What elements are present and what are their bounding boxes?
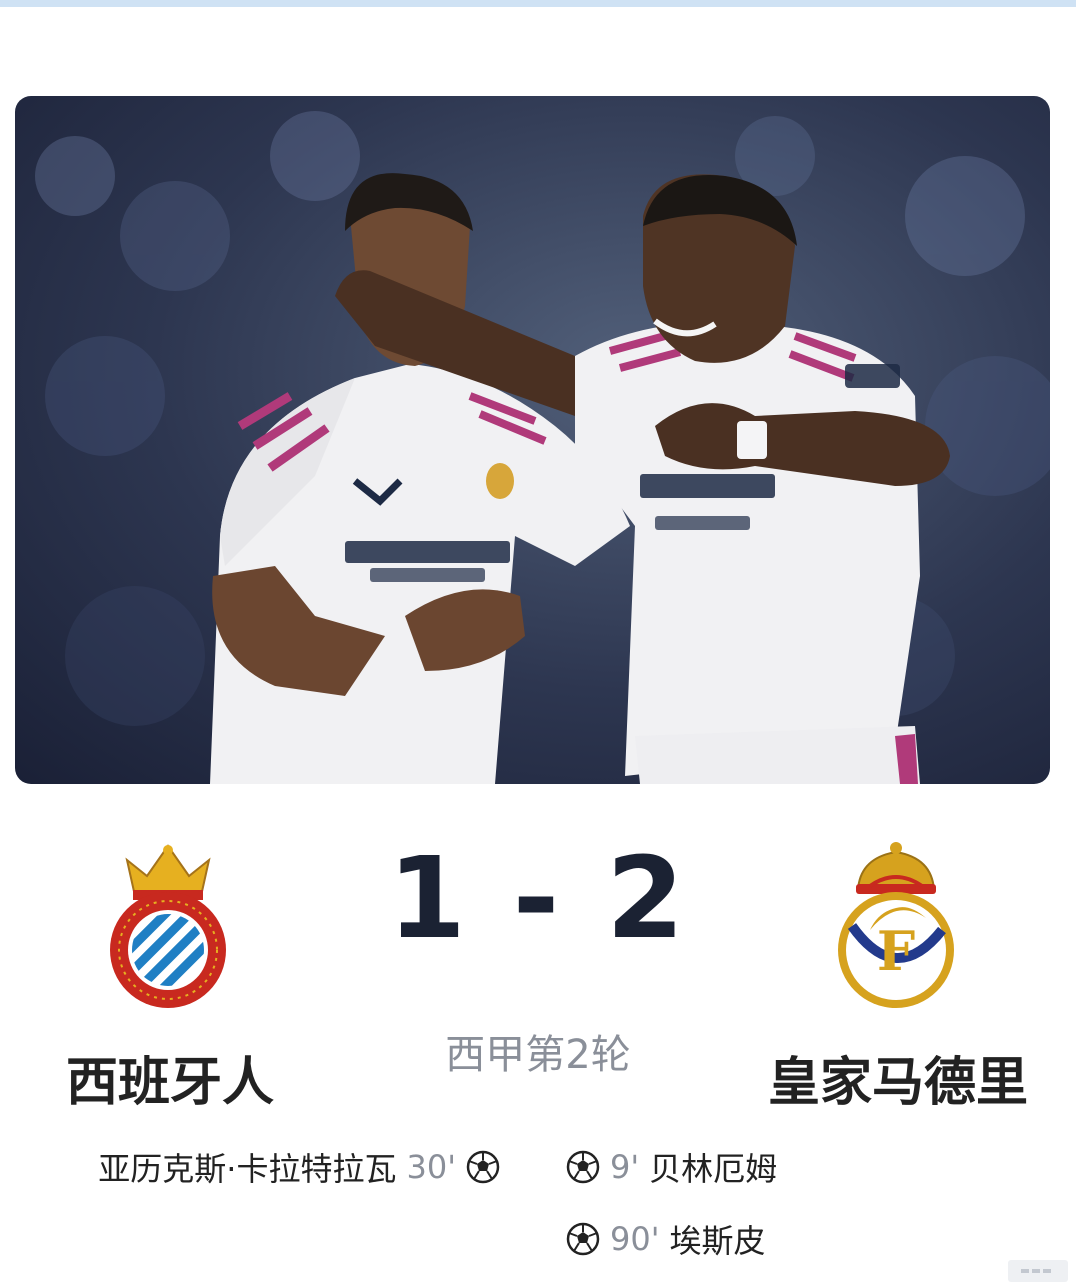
scorer-name: 亚历克斯·卡拉特拉瓦 xyxy=(98,1150,397,1188)
watermark-badge xyxy=(1008,1260,1068,1282)
top-accent-bar xyxy=(0,0,1076,7)
soccer-ball-icon xyxy=(466,1150,500,1184)
away-scorer-row: 9' 贝林厄姆 xyxy=(566,1144,777,1190)
home-scorer-row: 亚历克斯·卡拉特拉瓦 30' xyxy=(98,1144,500,1190)
player-left xyxy=(210,173,630,784)
players-celebrating-image xyxy=(35,111,1050,784)
soccer-ball-icon xyxy=(566,1150,600,1184)
home-team-name: 西班牙人 xyxy=(66,1053,275,1113)
goal-minute: 30' xyxy=(406,1148,456,1186)
goal-minute: 90' xyxy=(610,1220,660,1258)
scorer-name: 贝林厄姆 xyxy=(649,1150,778,1188)
away-scorer-row: 90' 埃斯皮 xyxy=(566,1216,766,1262)
away-team-name: 皇家马德里 xyxy=(768,1053,1029,1113)
goal-minute: 9' xyxy=(610,1148,640,1186)
match-photo xyxy=(15,96,1050,784)
scorer-name: 埃斯皮 xyxy=(669,1222,766,1260)
soccer-ball-icon xyxy=(566,1222,600,1256)
watermark-logo-icon xyxy=(1021,1269,1051,1273)
svg-text:F: F xyxy=(877,919,915,983)
real-madrid-crest-icon: F xyxy=(830,838,962,1010)
